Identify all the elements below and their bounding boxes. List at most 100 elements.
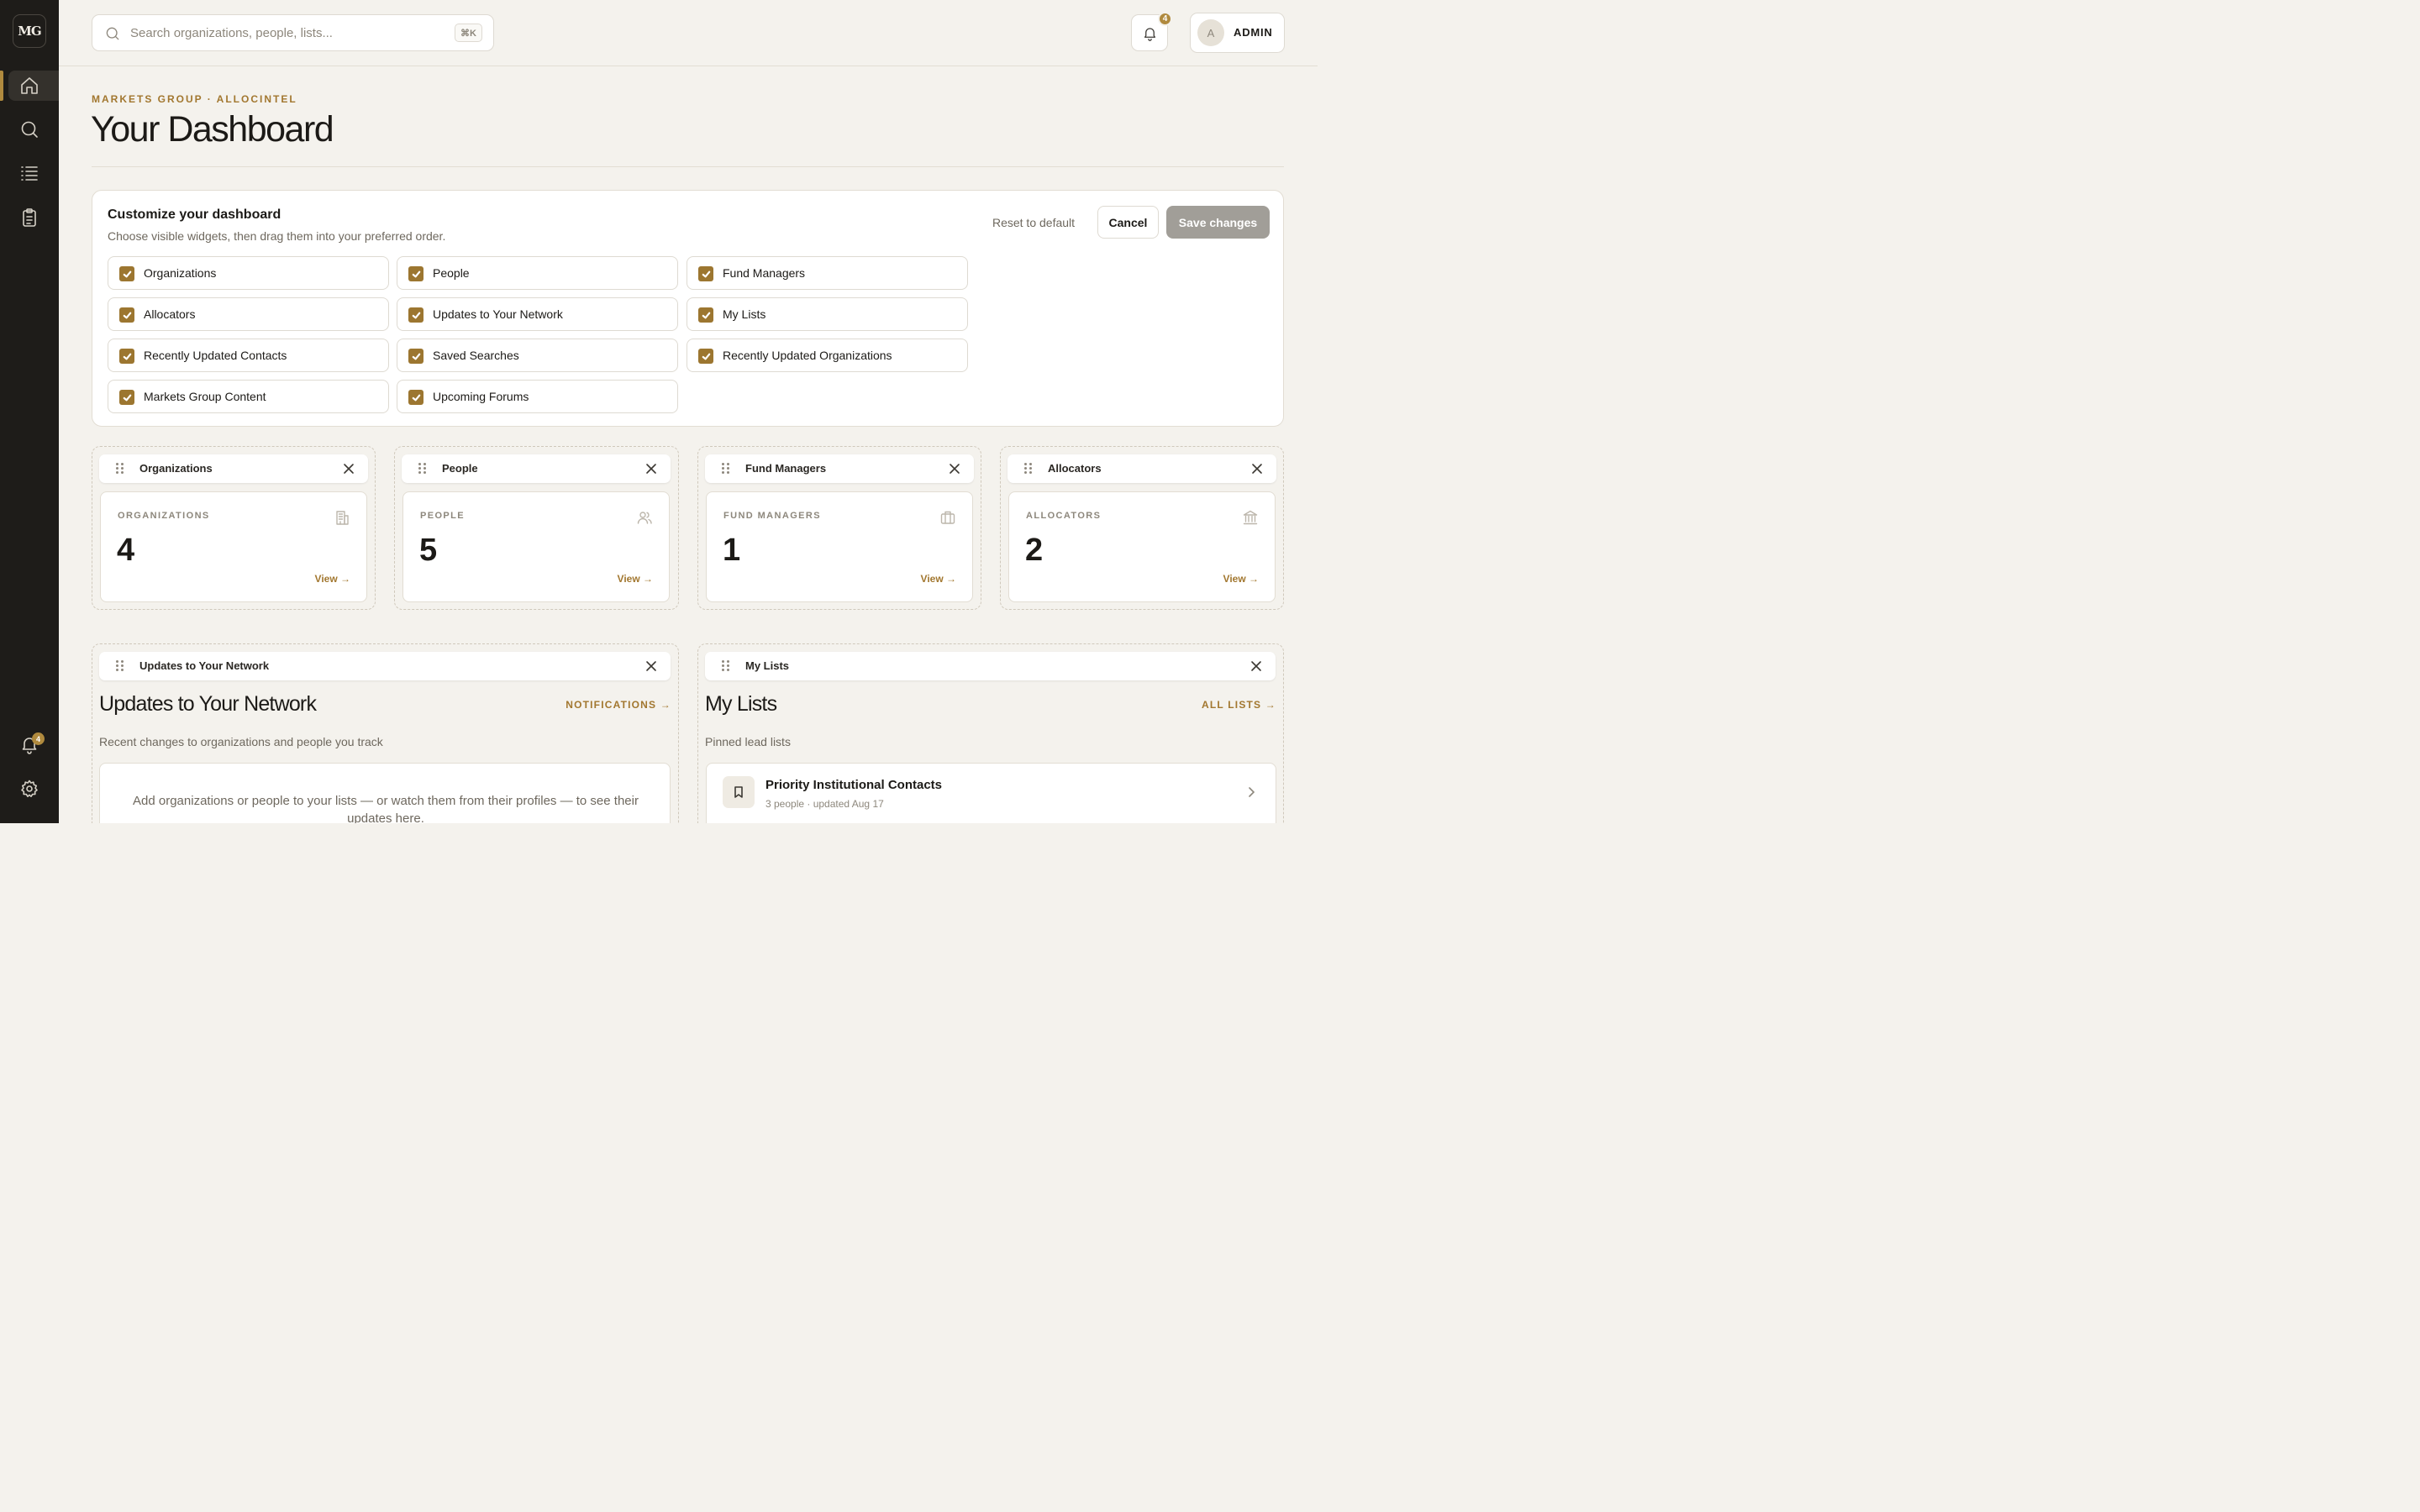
widget-slot-updates-to-your-network: Updates to Your Network Updates to Your …: [92, 643, 679, 823]
search-box[interactable]: ⌘K: [92, 14, 494, 51]
notification-count-badge: 4: [1158, 12, 1172, 26]
gear-icon: [21, 780, 38, 797]
avatar: A: [1197, 19, 1224, 46]
widget-option-recently-updated-organizations[interactable]: Recently Updated Organizations: [687, 339, 968, 372]
checkbox[interactable]: [119, 349, 134, 364]
option-label: Recently Updated Contacts: [144, 349, 287, 362]
view-link[interactable]: View →: [315, 573, 350, 585]
cancel-button[interactable]: Cancel: [1097, 206, 1159, 239]
widget-option-organizations[interactable]: Organizations: [108, 256, 389, 290]
option-label: People: [433, 266, 470, 280]
search-icon: [106, 27, 119, 40]
save-changes-button[interactable]: Save changes: [1166, 206, 1270, 239]
notifications-link[interactable]: NOTIFICATIONS →: [566, 699, 671, 711]
checkbox[interactable]: [698, 349, 713, 364]
option-label: Organizations: [144, 266, 217, 280]
sidebar-item-home[interactable]: [8, 71, 59, 101]
widget-option-markets-group-content[interactable]: Markets Group Content: [108, 380, 389, 413]
bell-icon: [1144, 27, 1155, 41]
sidebar-notification-badge: 4: [32, 732, 45, 745]
drag-handle-icon[interactable]: [722, 660, 730, 672]
sidebar-item-search[interactable]: [8, 114, 59, 144]
widget-slot-people: People PEOPLE 5 View →: [394, 446, 679, 610]
search-icon: [21, 121, 38, 138]
checkbox[interactable]: [119, 266, 134, 281]
checkbox[interactable]: [119, 390, 134, 405]
clipboard-icon: [23, 208, 36, 227]
check-icon: [412, 270, 420, 277]
drag-handle-icon[interactable]: [116, 463, 124, 475]
stat-card: PEOPLE 5 View →: [402, 491, 670, 602]
check-icon: [702, 353, 710, 360]
widget-drag-bar[interactable]: Allocators: [1007, 454, 1276, 483]
widget-option-people[interactable]: People: [397, 256, 678, 290]
widget-option-my-lists[interactable]: My Lists: [687, 297, 968, 331]
stat-value: 4: [117, 533, 135, 568]
widget-drag-bar[interactable]: My Lists: [705, 652, 1276, 680]
close-icon[interactable]: [645, 463, 657, 475]
sidebar: MG 4: [0, 0, 59, 823]
list-item[interactable]: Priority Institutional Contacts 3 people…: [706, 763, 1276, 823]
user-menu-button[interactable]: A ADMIN: [1190, 13, 1285, 53]
close-icon[interactable]: [343, 463, 355, 475]
widget-drag-bar[interactable]: People: [402, 454, 671, 483]
widget-option-saved-searches[interactable]: Saved Searches: [397, 339, 678, 372]
checkbox[interactable]: [408, 390, 424, 405]
brand-logo[interactable]: MG: [13, 14, 46, 48]
checkbox[interactable]: [408, 349, 424, 364]
widget-slot-organizations: Organizations ORGANIZATIONS 4 View →: [92, 446, 376, 610]
reset-to-default-button[interactable]: Reset to default: [985, 206, 1082, 239]
empty-state: Add organizations or people to your list…: [99, 763, 671, 823]
view-link[interactable]: View →: [618, 573, 653, 585]
close-icon[interactable]: [645, 660, 657, 672]
option-label: Recently Updated Organizations: [723, 349, 892, 362]
widget-option-upcoming-forums[interactable]: Upcoming Forums: [397, 380, 678, 413]
widget-slot-fund-managers: Fund Managers FUND MANAGERS 1 View →: [697, 446, 981, 610]
close-icon[interactable]: [1251, 463, 1263, 475]
check-icon: [702, 312, 710, 318]
widget-drag-bar[interactable]: Organizations: [99, 454, 368, 483]
checkbox[interactable]: [698, 307, 713, 323]
app-root: MG 4 ⌘K 4 A: [0, 0, 1318, 823]
option-label: Saved Searches: [433, 349, 519, 362]
stat-label: ORGANIZATIONS: [118, 511, 210, 521]
widget-title: My Lists: [705, 692, 777, 716]
widget-option-updates-to-your-network[interactable]: Updates to Your Network: [397, 297, 678, 331]
sidebar-item-settings[interactable]: [8, 774, 59, 804]
check-icon: [123, 353, 131, 360]
widget-drag-bar[interactable]: Fund Managers: [705, 454, 974, 483]
sidebar-item-clipboard[interactable]: [8, 202, 59, 233]
check-icon: [702, 270, 710, 277]
all-lists-link[interactable]: ALL LISTS →: [1202, 699, 1276, 711]
bookmark-icon: [723, 776, 755, 808]
user-name: ADMIN: [1234, 26, 1273, 39]
drag-handle-icon[interactable]: [116, 660, 124, 672]
stat-label: ALLOCATORS: [1026, 511, 1102, 521]
checkbox[interactable]: [119, 307, 134, 323]
checkbox[interactable]: [698, 266, 713, 281]
drag-handle-icon[interactable]: [418, 463, 427, 475]
check-icon: [412, 394, 420, 401]
close-icon[interactable]: [949, 463, 960, 475]
checkbox[interactable]: [408, 266, 424, 281]
widget-bar-title: Fund Managers: [745, 462, 827, 475]
checkbox[interactable]: [408, 307, 424, 323]
drag-handle-icon[interactable]: [722, 463, 730, 475]
bank-icon: [1242, 509, 1259, 526]
widget-option-recently-updated-contacts[interactable]: Recently Updated Contacts: [108, 339, 389, 372]
view-link[interactable]: View →: [921, 573, 956, 585]
widget-option-fund-managers[interactable]: Fund Managers: [687, 256, 968, 290]
option-label: Allocators: [144, 307, 196, 321]
view-link[interactable]: View →: [1223, 573, 1259, 585]
widget-bar-title: Organizations: [139, 462, 213, 475]
stat-card: ORGANIZATIONS 4 View →: [100, 491, 367, 602]
search-input[interactable]: [130, 22, 441, 44]
check-icon: [412, 312, 420, 318]
sidebar-item-lists[interactable]: [8, 158, 59, 188]
close-icon[interactable]: [1250, 660, 1262, 672]
widget-drag-bar[interactable]: Updates to Your Network: [99, 652, 671, 680]
widget-subtitle: Pinned lead lists: [705, 735, 791, 748]
widget-option-allocators[interactable]: Allocators: [108, 297, 389, 331]
drag-handle-icon[interactable]: [1024, 463, 1033, 475]
option-label: My Lists: [723, 307, 766, 321]
